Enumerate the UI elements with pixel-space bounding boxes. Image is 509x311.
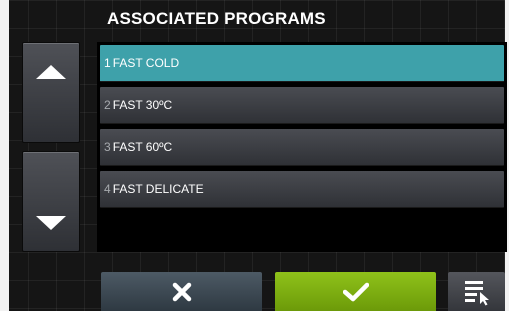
list-item-program-2[interactable]: 2 FAST 30ºC xyxy=(100,87,504,124)
program-label: FAST 60ºC xyxy=(112,140,173,154)
scroll-up-button[interactable] xyxy=(22,42,80,143)
program-number: 4 xyxy=(104,182,111,196)
scroll-down-button[interactable] xyxy=(22,151,80,252)
confirm-button[interactable] xyxy=(275,272,436,311)
menu-button[interactable] xyxy=(448,272,505,311)
screen: ASSOCIATED PROGRAMS 1 FAST COLD 2 FAST 3… xyxy=(0,0,509,311)
cancel-button[interactable] xyxy=(101,272,262,311)
program-label: FAST 30ºC xyxy=(112,98,173,112)
check-icon xyxy=(342,282,369,301)
program-number: 1 xyxy=(104,56,111,70)
page-title: ASSOCIATED PROGRAMS xyxy=(107,9,326,28)
arrow-down-icon xyxy=(36,216,66,230)
close-icon xyxy=(172,282,191,301)
list-item-program-1[interactable]: 1 FAST COLD xyxy=(100,45,504,82)
program-list: 1 FAST COLD 2 FAST 30ºC 3 FAST 60ºC 4 FA… xyxy=(97,42,507,252)
list-select-icon xyxy=(464,280,489,305)
program-number: 3 xyxy=(104,140,111,154)
frame-left xyxy=(0,0,9,311)
program-label: FAST DELICATE xyxy=(112,182,204,196)
arrow-up-icon xyxy=(36,65,66,79)
program-number: 2 xyxy=(104,98,111,112)
list-item-program-3[interactable]: 3 FAST 60ºC xyxy=(100,129,504,166)
program-label: FAST COLD xyxy=(112,56,180,70)
list-item-program-4[interactable]: 4 FAST DELICATE xyxy=(100,171,504,208)
